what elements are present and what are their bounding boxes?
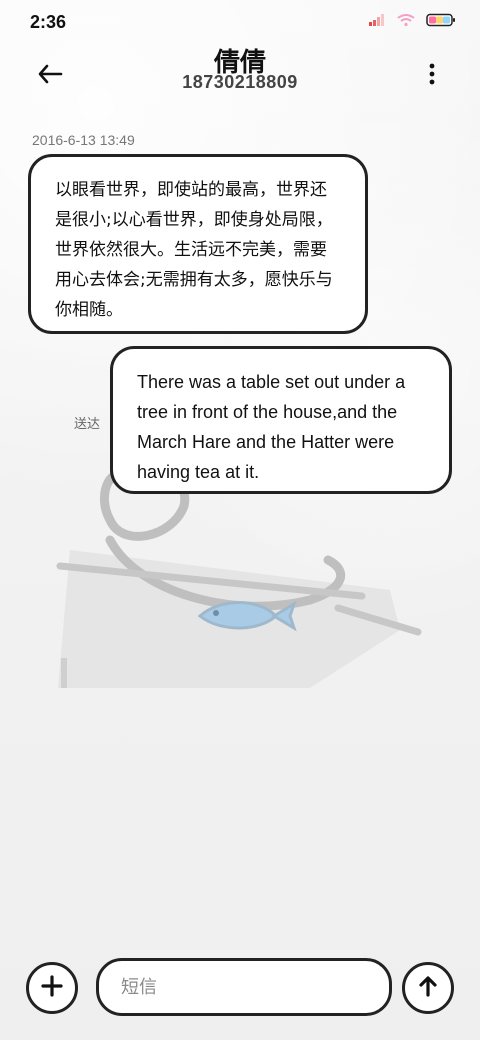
send-button[interactable] [402,962,454,1014]
incoming-message-text: 以眼看世界，即使站的最高，世界还是很小;以心看世界，即使身处局限，世界依然很大。… [55,180,333,320]
plus-circle-icon [39,973,65,1003]
more-vertical-icon[interactable] [418,54,446,94]
contact-number: 18730218809 [182,72,298,92]
delivered-status: 送达 [74,417,101,432]
message-timestamp: 2016-6-13 13:49 [32,132,135,148]
battery-icon [426,12,456,27]
status-time: 2:36 [30,12,67,32]
message-input[interactable] [119,975,369,999]
incoming-message-bubble[interactable]: 以眼看世界，即使站的最高，世界还是很小;以心看世界，即使身处局限，世界依然很大。… [28,154,368,334]
conversation-header: 倩倩 18730218809 [0,40,480,110]
message-input-field[interactable] [96,958,392,1016]
signal-icon [368,12,386,26]
add-attachment-button[interactable] [26,962,78,1014]
status-bar: 2:36 [0,0,480,40]
outgoing-message-bubble[interactable]: There was a table set out under a tree i… [110,346,452,494]
sms-conversation-screen: 2:36 倩倩 18730218809 2016-6-13 13:49 以眼看世… [0,0,480,1040]
message-composer [0,954,480,1024]
send-arrow-up-icon [415,973,441,1003]
wifi-icon [396,12,416,27]
outgoing-message-text: There was a table set out under a tree i… [137,372,406,482]
status-icons [368,12,456,27]
